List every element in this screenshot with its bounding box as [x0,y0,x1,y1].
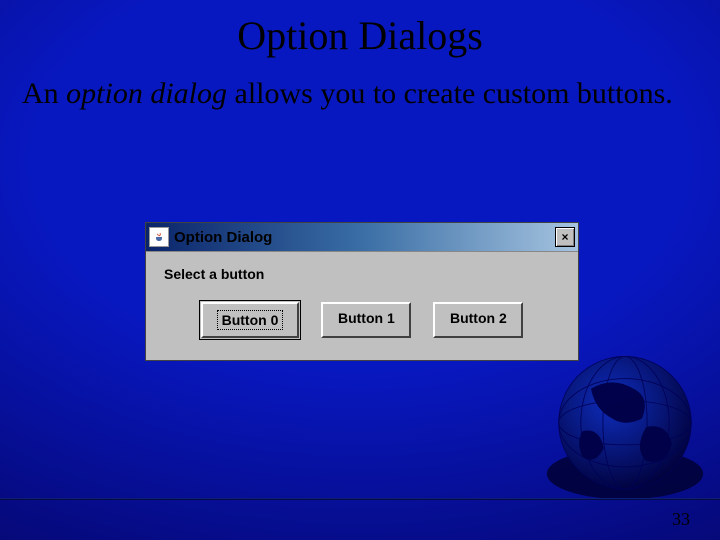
option-button-2[interactable]: Button 2 [433,302,523,338]
slide: Option Dialogs An option dialog allows y… [0,0,720,540]
dialog-button-row: Button 0 Button 1 Button 2 [164,302,560,342]
option-dialog-window: Option Dialog × Select a button Button 0… [145,222,579,361]
body-text-italic: option dialog [66,77,227,110]
globe-decoration [540,342,710,512]
slide-title: Option Dialogs [0,0,720,59]
java-icon [149,227,169,247]
body-text-prefix: An [22,77,66,110]
dialog-titlebar: Option Dialog × [146,223,578,252]
dialog-body: Select a button Button 0 Button 1 Button… [146,252,578,360]
option-button-0-label: Button 0 [217,310,284,330]
slide-body: An option dialog allows you to create cu… [0,59,720,112]
option-button-1[interactable]: Button 1 [321,302,411,338]
page-number: 33 [672,509,690,530]
footer-divider [0,498,720,500]
option-button-2-label: Button 2 [450,310,507,326]
close-button[interactable]: × [555,227,575,247]
dialog-prompt: Select a button [164,266,560,282]
close-icon: × [561,231,568,243]
option-button-0[interactable]: Button 0 [201,302,300,338]
body-text-suffix: allows you to create custom buttons. [227,77,673,110]
dialog-title: Option Dialog [174,229,555,246]
option-button-1-label: Button 1 [338,310,395,326]
